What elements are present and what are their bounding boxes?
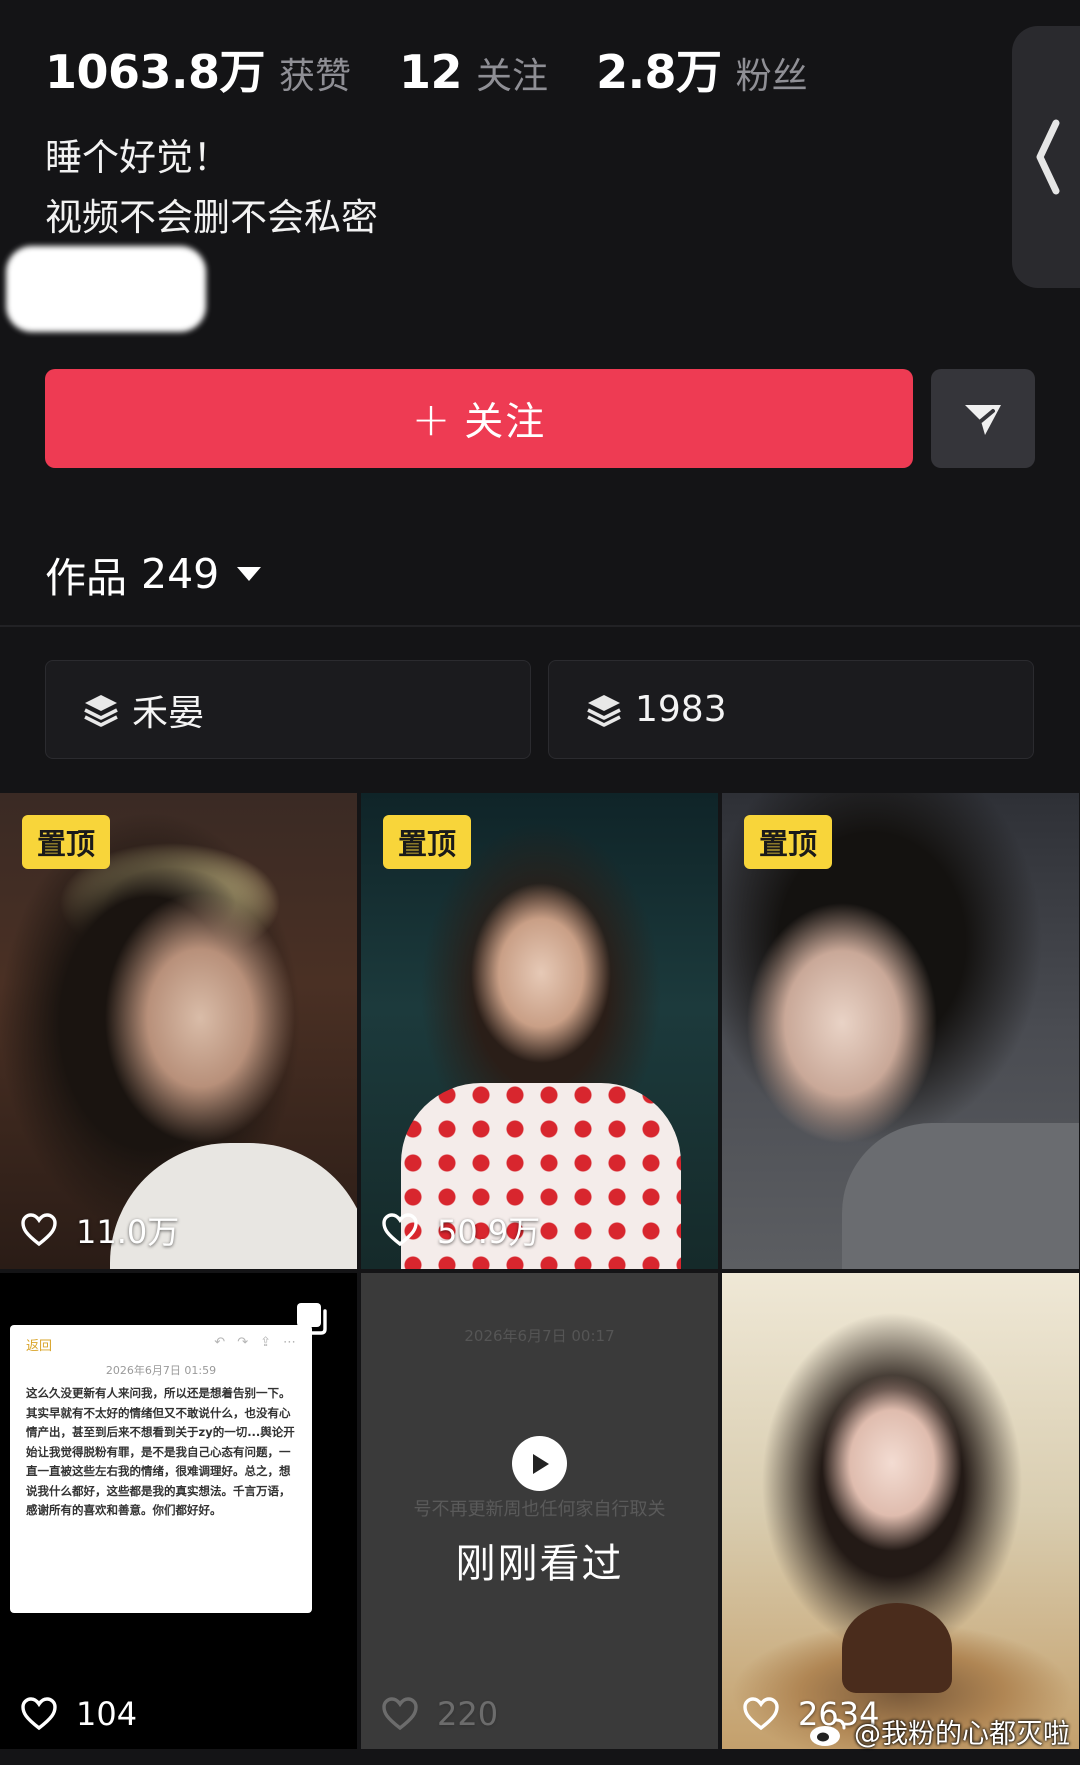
weibo-logo-icon [810, 1718, 846, 1746]
heart-icon [21, 1213, 57, 1247]
divider [0, 625, 1080, 627]
profile-bio: 睡个好觉！ 视频不会删不会私密 [45, 128, 378, 248]
share-icon: ⇪ [260, 1335, 271, 1350]
note-text: 这么久没更新有人来问我，所以还是想着告别一下。其实早就有不太好的情绪但又不敢说什… [26, 1386, 295, 1517]
like-count-value: 11.0万 [76, 1213, 180, 1251]
faded-note-text: 号不再更新周也任何家自行取关 [413, 1499, 666, 1520]
paper-plane-icon [965, 404, 1001, 435]
like-count: 50.9万 [381, 1207, 540, 1253]
stat-likes-label: 获赞 [279, 56, 352, 97]
faded-note-date: 2026年6月7日 00:17 [464, 1327, 615, 1345]
like-count: 220 [381, 1695, 498, 1733]
like-count: 11.0万 [20, 1207, 179, 1253]
stat-likes-value: 1063.8万 [45, 45, 266, 99]
collection-1983[interactable]: 1983 [548, 660, 1034, 759]
send-message-button[interactable] [931, 369, 1035, 468]
like-count-value: 50.9万 [437, 1213, 541, 1251]
stat-following-value: 12 [399, 45, 463, 99]
pinned-badge: 置顶 [383, 815, 471, 869]
video-thumbnail-just-watched[interactable]: 2026年6月7日 00:17 号不再更新周也任何家自行取关 刚刚看过 220 [361, 1273, 718, 1749]
heart-icon [382, 1697, 418, 1731]
heart-icon [382, 1213, 418, 1247]
cake-shape [842, 1603, 952, 1693]
multi-image-icon [297, 1303, 327, 1335]
redo-icon: ↷ [237, 1335, 249, 1350]
play-icon [532, 1453, 549, 1474]
chevron-left-icon [1036, 119, 1060, 195]
stat-followers-value: 2.8万 [596, 45, 722, 99]
works-label: 作品 [45, 554, 127, 602]
note-toolbar-icons: ↶ ↷ ⇪ ⋯ [214, 1335, 296, 1354]
like-count: 104 [20, 1695, 137, 1733]
video-thumbnail[interactable]: 置顶 [722, 793, 1079, 1269]
play-button[interactable] [512, 1436, 567, 1491]
note-date: 2026年6月7日 01:59 [105, 1364, 217, 1377]
layers-icon [585, 691, 623, 729]
video-thumbnail[interactable]: 2634 [722, 1273, 1079, 1749]
stat-likes[interactable]: 1063.8万 获赞 [45, 36, 351, 102]
profile-stats: 1063.8万 获赞 12 关注 2.8万 粉丝 [45, 36, 856, 102]
stat-followers[interactable]: 2.8万 粉丝 [596, 36, 808, 102]
stat-following-label: 关注 [476, 56, 549, 97]
follow-button[interactable]: + 关注 [45, 369, 913, 468]
like-count-value: 220 [437, 1695, 499, 1733]
just-watched-label: 刚刚看过 [455, 1541, 624, 1587]
video-thumbnail[interactable]: 返回 ↶ ↷ ⇪ ⋯ 2026年6月7日 01:59 这么久没更新有人来问我，所… [0, 1273, 357, 1749]
watermark-text: @我粉的心都灭啦 [854, 1719, 1070, 1750]
stat-followers-label: 粉丝 [735, 56, 808, 97]
collection-label: 1983 [635, 689, 727, 730]
collection-label: 禾晏 [132, 692, 205, 734]
pinned-badge: 置顶 [22, 815, 110, 869]
like-count-value: 104 [76, 1695, 138, 1733]
collection-heyan[interactable]: 禾晏 [45, 660, 531, 759]
redaction-mark [6, 246, 206, 332]
heart-icon [743, 1697, 779, 1731]
profile-page: 1063.8万 获赞 12 关注 2.8万 粉丝 睡个好觉！ 视频不会删不会私密… [0, 0, 1080, 1765]
video-thumbnail[interactable]: 置顶 50.9万 [361, 793, 718, 1269]
caret-down-icon [237, 567, 262, 581]
note-screenshot: 返回 ↶ ↷ ⇪ ⋯ 2026年6月7日 01:59 这么久没更新有人来问我，所… [10, 1325, 312, 1613]
pinned-badge: 置顶 [744, 815, 832, 869]
side-drawer-handle[interactable] [1012, 26, 1080, 288]
stat-following[interactable]: 12 关注 [399, 45, 548, 99]
note-back-link: 返回 [26, 1339, 53, 1354]
bio-line: 睡个好觉！ [45, 136, 230, 179]
follow-button-label: 关注 [464, 399, 547, 445]
note-toolbar: 返回 ↶ ↷ ⇪ ⋯ [26, 1335, 296, 1354]
layers-icon [82, 691, 120, 729]
heart-icon [21, 1697, 57, 1731]
works-tab[interactable]: 作品 249 [45, 544, 262, 604]
undo-icon: ↶ [214, 1335, 226, 1350]
works-count: 249 [141, 550, 220, 598]
watermark: @我粉的心都灭啦 [808, 1712, 1070, 1751]
plus-icon: + [411, 391, 453, 446]
video-thumbnail[interactable]: 置顶 11.0万 [0, 793, 357, 1269]
robe-shape [842, 1123, 1079, 1269]
bio-line: 视频不会删不会私密 [45, 196, 378, 239]
